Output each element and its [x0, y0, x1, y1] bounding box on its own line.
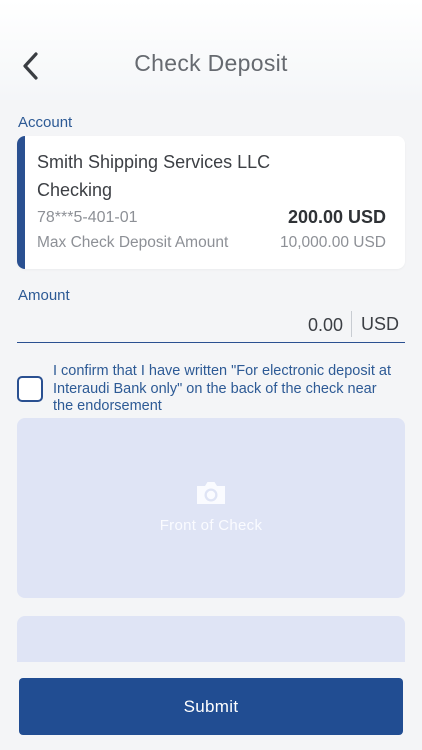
amount-currency: USD	[360, 314, 399, 334]
max-deposit-label: Max Check Deposit Amount	[37, 234, 229, 251]
page-title: Check Deposit	[134, 50, 288, 76]
front-of-check-capture[interactable]: Front of Check	[17, 418, 405, 598]
max-deposit-value: 10,000.00 USD	[280, 234, 386, 251]
amount-input[interactable]	[141, 314, 345, 337]
account-card[interactable]: Smith Shipping Services LLC Checking 78*…	[17, 136, 405, 269]
amount-field-row: USD	[17, 308, 405, 343]
back-of-check-capture[interactable]	[17, 616, 405, 662]
account-name: Smith Shipping Services LLC	[37, 152, 271, 172]
account-card-accent	[17, 136, 25, 269]
account-label: Account	[18, 114, 73, 131]
front-of-check-label: Front of Check	[159, 517, 263, 534]
confirm-checkbox[interactable]	[17, 376, 43, 402]
confirm-text: I confirm that I have written "For elect…	[53, 363, 391, 414]
account-type: Checking	[37, 180, 113, 200]
account-number: 78***5-401-01	[37, 209, 138, 226]
submit-button[interactable]: Submit	[19, 678, 403, 735]
camera-icon	[197, 482, 225, 504]
header-bar: Check Deposit	[0, 0, 422, 100]
amount-label: Amount	[18, 287, 70, 304]
account-balance: 200.00 USD	[287, 207, 386, 227]
amount-divider	[351, 311, 352, 337]
